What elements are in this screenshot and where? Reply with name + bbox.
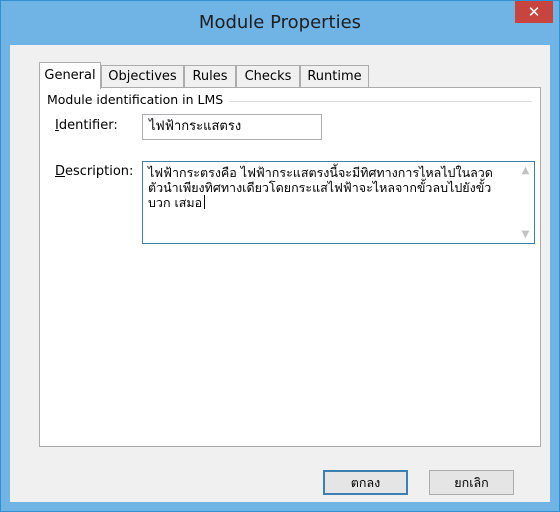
description-text: ไฟฟ้ากระตรงคือ ไฟฟ้ากระแสตรงนี้จะมีทิศทา… <box>148 165 493 210</box>
description-scrollbar[interactable]: ▲ ▼ <box>517 162 534 243</box>
description-label-text: escription: <box>65 164 134 179</box>
close-button[interactable]: ✕ <box>515 1 553 23</box>
chevron-up-icon[interactable]: ▲ <box>517 162 534 179</box>
description-textarea[interactable]: ไฟฟ้ากระตรงคือ ไฟฟ้ากระแสตรงนี้จะมีทิศทา… <box>142 161 535 244</box>
ok-button[interactable]: ตกลง <box>323 470 408 495</box>
dialog-client-area: General Objectives Rules Checks Runtime … <box>10 45 550 502</box>
tab-rules[interactable]: Rules <box>184 65 236 87</box>
title-bar[interactable]: Module Properties ✕ <box>1 1 559 45</box>
cancel-button[interactable]: ยกเลิก <box>429 470 514 495</box>
description-text-wrapper: ไฟฟ้ากระตรงคือ ไฟฟ้ากระแสตรงนี้จะมีทิศทา… <box>148 165 504 210</box>
identifier-input[interactable]: ไฟฟ้ากระแสตรง <box>142 114 322 140</box>
chevron-down-icon[interactable]: ▼ <box>517 226 534 243</box>
description-label-mnemonic: D <box>55 164 66 179</box>
tab-general[interactable]: General <box>39 62 101 89</box>
general-tab-panel: Module identification in LMS Identifier:… <box>39 87 541 447</box>
identifier-label: Identifier: <box>55 118 118 133</box>
window-title: Module Properties <box>198 12 362 33</box>
module-properties-window: Module Properties ✕ General Objectives R… <box>0 0 560 512</box>
description-label: Description: <box>55 164 133 179</box>
tab-objectives[interactable]: Objectives <box>101 65 184 87</box>
tab-checks[interactable]: Checks <box>236 65 300 87</box>
text-caret <box>204 195 206 209</box>
group-label-module-identification: Module identification in LMS <box>47 92 230 107</box>
close-icon: ✕ <box>527 3 541 21</box>
identifier-label-text: dentifier: <box>58 118 118 133</box>
tab-runtime[interactable]: Runtime <box>300 65 369 87</box>
